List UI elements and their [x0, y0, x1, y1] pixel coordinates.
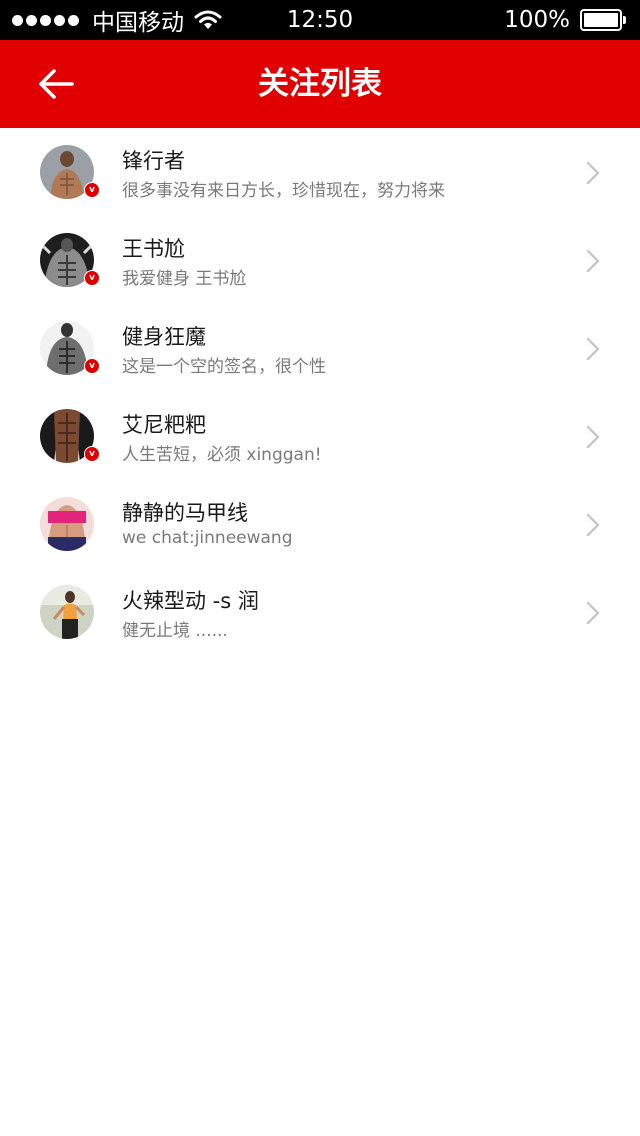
user-name: 艾尼粑粑 [122, 413, 206, 437]
list-item[interactable]: v 王书尬 我爱健身 王书尬 [0, 216, 640, 304]
avatar-photo-icon [40, 585, 94, 639]
user-signature: 健无止境 ...... [122, 621, 228, 641]
user-signature: 我爱健身 王书尬 [122, 269, 247, 289]
avatar-photo-icon [40, 497, 94, 551]
chevron-right-icon [586, 601, 600, 625]
list-item[interactable]: 火辣型动 -s 润 健无止境 ...... [0, 568, 640, 656]
chevron-right-icon [586, 249, 600, 273]
list-item[interactable]: v 艾尼粑粑 人生苦短，必须 xinggan! [0, 392, 640, 480]
user-name: 火辣型动 -s 润 [122, 589, 259, 613]
status-bar: 中国移动 12:50 100% [0, 0, 640, 40]
chevron-right-icon [586, 337, 600, 361]
arrow-left-icon [39, 69, 74, 99]
battery-icon [580, 9, 626, 31]
page-title: 关注列表 [258, 66, 382, 102]
list-item[interactable]: v 锋行者 很多事没有来日方长，珍惜现在，努力将来 [0, 128, 640, 216]
user-name: 健身狂魔 [122, 325, 206, 349]
battery-percentage: 100% [504, 7, 570, 33]
chevron-right-icon [586, 425, 600, 449]
user-name: 王书尬 [122, 237, 185, 261]
screen: 中国移动 12:50 100% 关注列表 v 锋行者 很多事没有来日方长，珍惜现… [0, 0, 640, 1136]
user-signature: 这是一个空的签名，很个性 [122, 357, 326, 377]
battery-level-fill [584, 13, 618, 27]
navigation-bar: 关注列表 [0, 40, 640, 128]
chevron-right-icon [586, 513, 600, 537]
avatar [40, 497, 94, 551]
verified-badge: v [84, 358, 100, 374]
verified-badge: v [84, 446, 100, 462]
user-name: 锋行者 [122, 149, 185, 173]
list-item[interactable]: 静静的马甲线 we chat:jinneewang [0, 480, 640, 568]
user-signature: we chat:jinneewang [122, 528, 293, 548]
user-name: 静静的马甲线 [122, 501, 248, 525]
back-button[interactable] [30, 59, 86, 109]
list-item[interactable]: v 健身狂魔 这是一个空的签名，很个性 [0, 304, 640, 392]
user-signature: 人生苦短，必须 xinggan! [122, 445, 322, 465]
verified-badge: v [84, 182, 100, 198]
status-bar-right: 100% [504, 0, 626, 40]
chevron-right-icon [586, 161, 600, 185]
follow-list: v 锋行者 很多事没有来日方长，珍惜现在，努力将来 v 王书尬 我爱健身 王书尬 [0, 128, 640, 656]
avatar [40, 585, 94, 639]
user-signature: 很多事没有来日方长，珍惜现在，努力将来 [122, 181, 445, 201]
verified-badge: v [84, 270, 100, 286]
